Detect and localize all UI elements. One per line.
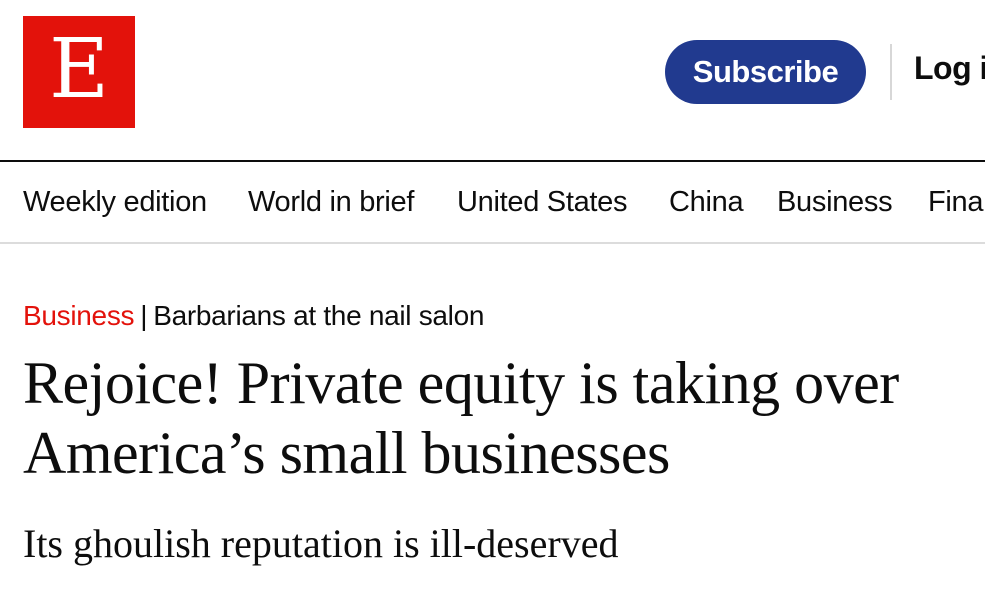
site-header: E Subscribe Log i (0, 0, 985, 160)
nav-rule (0, 242, 985, 244)
economist-logo[interactable]: E (23, 16, 135, 128)
logo-letter: E (49, 22, 109, 117)
nav-item-weekly-edition[interactable]: Weekly edition (23, 186, 207, 219)
main-nav: Weekly edition World in brief United Sta… (0, 162, 985, 242)
article-subheadline: Its ghoulish reputation is ill-deserved (23, 521, 619, 566)
subscribe-button[interactable]: Subscribe (665, 40, 866, 104)
nav-item-finance[interactable]: Fina (928, 186, 984, 219)
article-headline: Rejoice! Private equity is taking over A… (23, 350, 899, 486)
rubric-separator: | (140, 300, 148, 331)
article-rubric: Business | Barbarians at the nail salon (23, 300, 484, 332)
login-link[interactable]: Log i (914, 50, 985, 87)
nav-item-world-in-brief[interactable]: World in brief (248, 186, 414, 219)
fly-title: Barbarians at the nail salon (153, 300, 485, 331)
page: E Subscribe Log i Weekly edition World i… (0, 0, 985, 600)
nav-item-united-states[interactable]: United States (457, 186, 628, 219)
nav-item-business[interactable]: Business (777, 186, 893, 219)
header-divider (890, 44, 892, 100)
section-link[interactable]: Business (23, 300, 135, 331)
nav-item-china[interactable]: China (669, 186, 744, 219)
